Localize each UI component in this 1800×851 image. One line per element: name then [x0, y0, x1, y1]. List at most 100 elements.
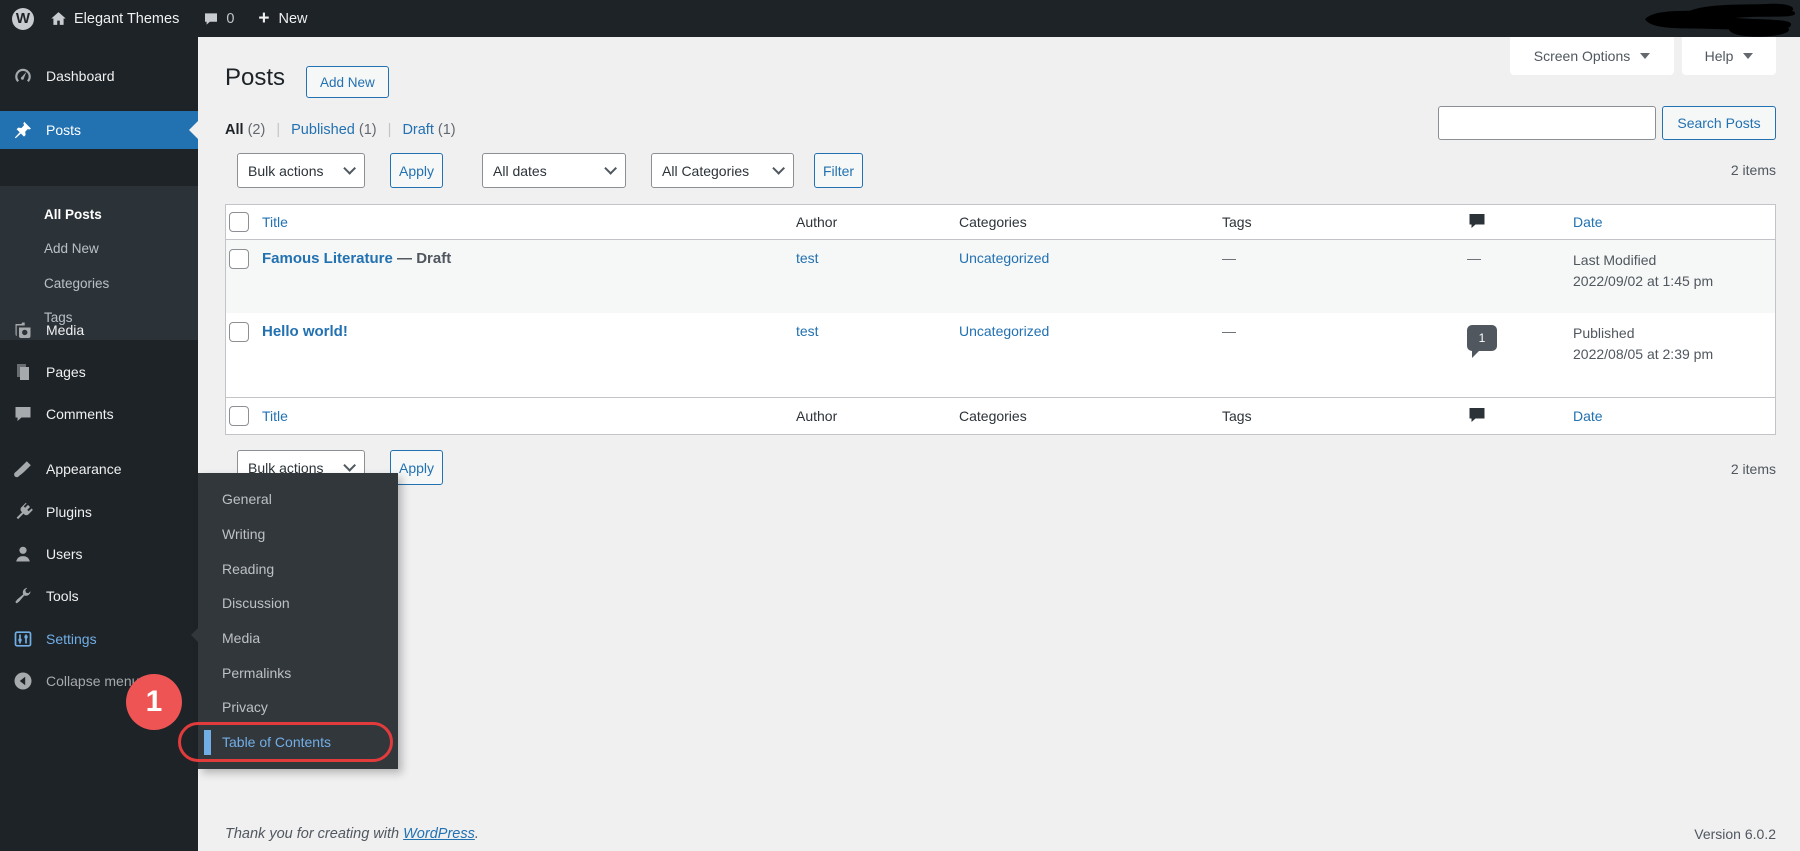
site-name-label: Elegant Themes	[74, 10, 180, 27]
pushpin-icon	[12, 120, 34, 140]
date-status: Last Modified	[1573, 252, 1657, 268]
date-cell: Published 2022/08/05 at 2:39 pm	[1573, 313, 1775, 365]
category-link[interactable]: Uncategorized	[959, 323, 1049, 339]
author-header: Author	[796, 214, 838, 230]
screen-options-label: Screen Options	[1533, 48, 1631, 64]
posts-table: Title Author Categories Tags Date Famous…	[225, 204, 1776, 435]
sidebar-item-users[interactable]: Users	[0, 534, 198, 574]
row-checkbox[interactable]	[229, 322, 249, 342]
admin-bar-comments[interactable]: 0	[191, 0, 246, 37]
caret-down-icon	[1640, 53, 1651, 59]
sidebar-item-label: Comments	[46, 406, 114, 422]
flyout-item-media[interactable]: Media	[198, 621, 398, 656]
flyout-item-privacy[interactable]: Privacy	[198, 690, 398, 725]
post-title-link[interactable]: Hello world!	[262, 323, 348, 340]
sidebar-item-comments[interactable]: Comments	[0, 394, 198, 434]
author-header: Author	[796, 408, 838, 424]
flyout-item-table-of-contents[interactable]: Table of Contents	[198, 725, 398, 760]
post-title-link[interactable]: Famous Literature	[262, 250, 393, 267]
comments-column-icon	[1467, 405, 1573, 428]
home-icon	[50, 10, 67, 27]
sidebar-item-media[interactable]: Media	[0, 310, 198, 350]
sort-date-header[interactable]: Date	[1573, 214, 1603, 230]
comments-column-icon	[1467, 211, 1573, 234]
sidebar-item-pages[interactable]: Pages	[0, 352, 198, 392]
view-draft-link[interactable]: Draft	[402, 122, 433, 138]
sidebar-item-appearance[interactable]: Appearance	[0, 449, 198, 489]
comments-bubble-icon	[203, 11, 219, 27]
page-title: Posts	[225, 64, 286, 91]
submenu-item-all-posts[interactable]: All Posts	[0, 197, 198, 232]
admin-bar-comment-count: 0	[226, 10, 235, 27]
chevron-down-icon	[343, 162, 356, 175]
sidebar-item-tools[interactable]: Tools	[0, 576, 198, 616]
select-all-checkbox[interactable]	[229, 406, 249, 426]
thanks-text: Thank you for creating with	[225, 826, 404, 842]
sidebar-item-dashboard[interactable]: Dashboard	[0, 56, 198, 96]
submenu-item-categories[interactable]: Categories	[0, 266, 198, 301]
wordpress-admin-page: W Elegant Themes 0 + New Dashboard Posts…	[0, 0, 1800, 851]
all-categories-value: All Categories	[662, 162, 750, 179]
comment-count-bubble[interactable]: 1	[1467, 325, 1497, 358]
site-name-link[interactable]: Elegant Themes	[38, 0, 191, 37]
flyout-item-permalinks[interactable]: Permalinks	[198, 655, 398, 690]
sidebar-item-settings[interactable]: Settings	[0, 619, 198, 659]
view-draft-count: (1)	[437, 122, 456, 138]
apply-button[interactable]: Apply	[390, 153, 443, 188]
wp-logo-menu[interactable]: W	[0, 0, 38, 37]
category-link[interactable]: Uncategorized	[959, 250, 1049, 266]
view-all-count: (2)	[247, 122, 266, 138]
sidebar-item-label: Posts	[46, 122, 82, 138]
sidebar-item-plugins[interactable]: Plugins	[0, 492, 198, 532]
view-all-link[interactable]: All	[225, 122, 244, 138]
select-all-checkbox[interactable]	[229, 212, 249, 232]
user-icon	[12, 544, 34, 564]
sidebar-item-label: Plugins	[46, 504, 92, 520]
tags-value: —	[1222, 323, 1236, 339]
annotation-step-badge: 1	[126, 674, 182, 730]
comment-icon	[12, 404, 34, 424]
sort-title-header[interactable]: Title	[262, 214, 288, 230]
items-count: 2 items	[1730, 162, 1776, 178]
sidebar-item-label: Media	[46, 322, 85, 338]
settings-sliders-icon	[12, 629, 34, 649]
sidebar-item-label: Collapse menu	[46, 673, 140, 689]
submenu-item-add-new[interactable]: Add New	[0, 232, 198, 267]
author-link[interactable]: test	[796, 250, 819, 266]
view-published-link[interactable]: Published	[291, 122, 355, 138]
wordpress-logo-icon: W	[12, 7, 34, 30]
sidebar-item-posts[interactable]: Posts	[0, 111, 198, 149]
author-link[interactable]: test	[796, 323, 819, 339]
table-footer-header-row: Title Author Categories Tags Date	[226, 397, 1775, 434]
admin-sidebar: Dashboard Posts All Posts Add New Catego…	[0, 37, 198, 851]
media-icon	[12, 320, 34, 340]
all-categories-select[interactable]: All Categories	[651, 153, 794, 188]
add-new-button[interactable]: Add New	[306, 66, 389, 98]
admin-bar: W Elegant Themes 0 + New	[0, 0, 1800, 37]
wrench-icon	[12, 586, 34, 606]
wordpress-link[interactable]: WordPress	[403, 826, 475, 842]
new-content-menu[interactable]: + New	[246, 0, 319, 37]
flyout-item-general[interactable]: General	[198, 482, 398, 517]
sort-title-header[interactable]: Title	[262, 408, 288, 424]
pages-icon	[12, 362, 34, 382]
categories-header: Categories	[959, 408, 1027, 424]
date-cell: Last Modified 2022/09/02 at 1:45 pm	[1573, 240, 1775, 292]
flyout-item-discussion[interactable]: Discussion	[198, 586, 398, 621]
chevron-down-icon	[604, 162, 617, 175]
sort-date-header[interactable]: Date	[1573, 408, 1603, 424]
bulk-actions-select[interactable]: Bulk actions	[237, 153, 365, 188]
all-dates-select[interactable]: All dates	[482, 153, 626, 188]
sidebar-item-label: Users	[46, 546, 83, 562]
chevron-down-icon	[343, 459, 356, 472]
flyout-item-reading[interactable]: Reading	[198, 551, 398, 586]
settings-flyout-menu: General Writing Reading Discussion Media…	[191, 473, 398, 769]
row-checkbox[interactable]	[229, 249, 249, 269]
search-posts-button[interactable]: Search Posts	[1662, 106, 1776, 140]
flyout-item-writing[interactable]: Writing	[198, 517, 398, 552]
search-posts-input[interactable]	[1438, 106, 1656, 140]
current-item-bar	[204, 729, 211, 755]
tags-header: Tags	[1222, 408, 1252, 424]
view-published-count: (1)	[358, 122, 377, 138]
filter-button[interactable]: Filter	[814, 153, 863, 188]
